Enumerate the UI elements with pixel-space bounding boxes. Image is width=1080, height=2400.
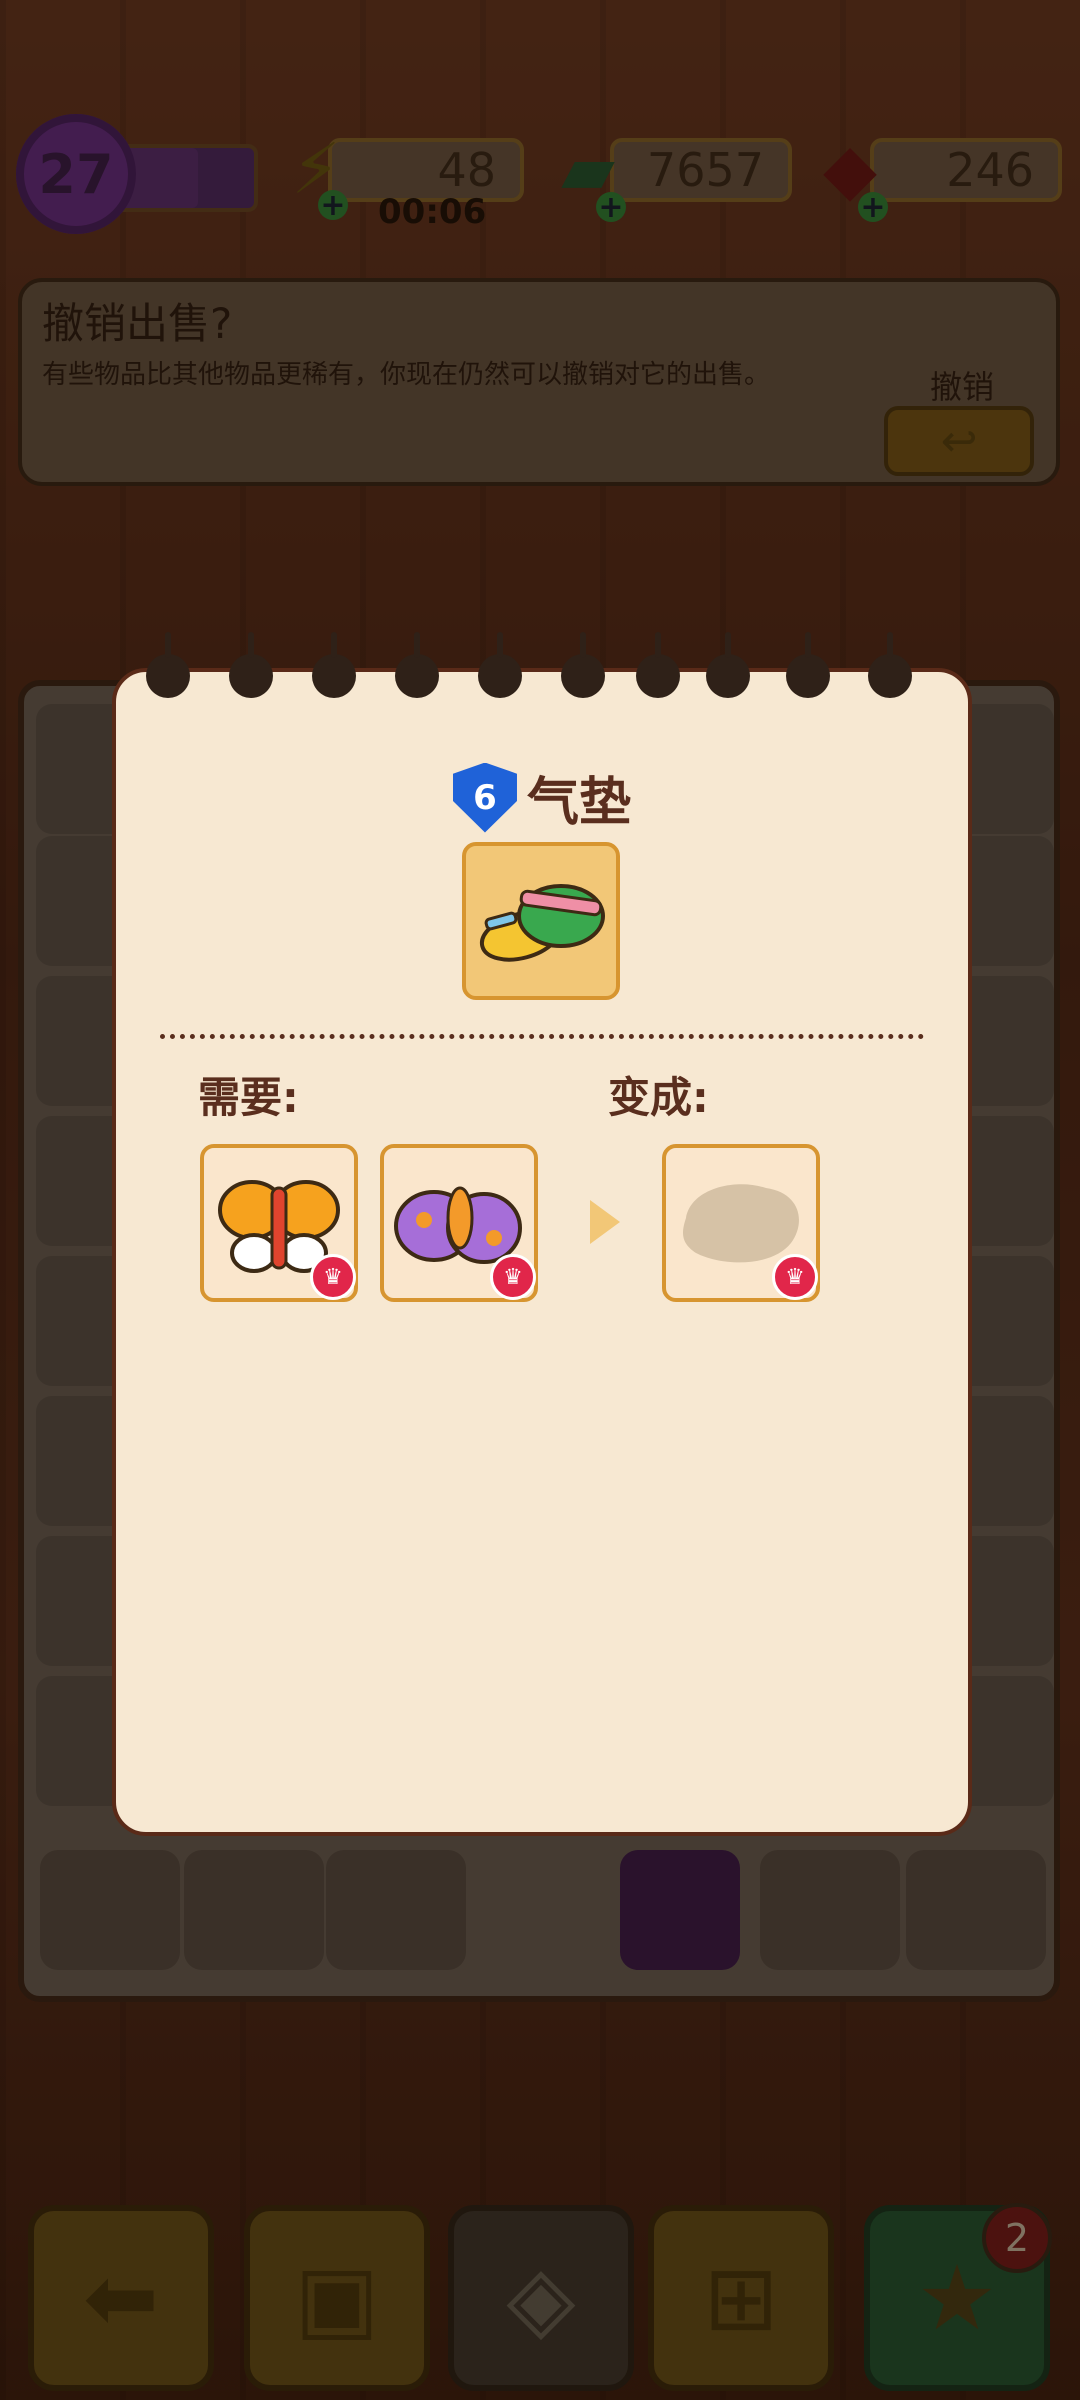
- notebook-ring: [312, 632, 356, 698]
- item-level: 6: [473, 777, 497, 818]
- result-item-unknown[interactable]: ♛: [662, 1144, 820, 1302]
- cushion-icon: [479, 884, 605, 962]
- item-title-row: 6 气垫: [116, 760, 968, 835]
- notebook-ring: [868, 632, 912, 698]
- crown-icon: ♛: [490, 1254, 536, 1300]
- notebook-ring: [786, 632, 830, 698]
- requires-label: 需要:: [198, 1073, 299, 1122]
- notebook-ring: [146, 632, 190, 698]
- transform-arrow-icon: [590, 1200, 620, 1244]
- item-name: 气垫: [526, 773, 631, 833]
- required-item-butterfly[interactable]: ♛: [200, 1144, 358, 1302]
- notebook-ring: [395, 632, 439, 698]
- notebook-ring: [561, 632, 605, 698]
- item-preview-tile: [462, 842, 620, 1000]
- becomes-label: 变成:: [608, 1073, 709, 1122]
- required-item-moth[interactable]: ♛: [380, 1144, 538, 1302]
- notebook-ring: [706, 632, 750, 698]
- notebook-ring: [636, 632, 680, 698]
- crown-icon: ♛: [772, 1254, 818, 1300]
- notebook-ring: [229, 632, 273, 698]
- level-shield-icon: 6: [452, 762, 517, 833]
- notebook-ring: [478, 632, 522, 698]
- item-info-card: 6 气垫 需要: 变成: ♛ ♛ ♛: [112, 632, 972, 1836]
- crown-icon: ♛: [310, 1254, 356, 1300]
- section-divider: [160, 1034, 924, 1039]
